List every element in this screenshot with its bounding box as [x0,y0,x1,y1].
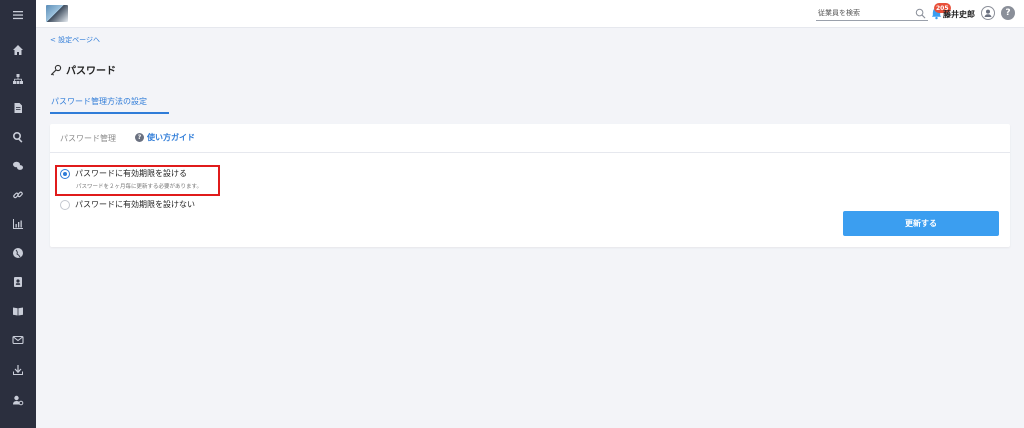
employee-search-input[interactable] [816,7,916,19]
contact-card-icon[interactable] [0,272,36,292]
page-header: パスワード [50,62,116,77]
org-chart-icon[interactable] [0,69,36,89]
home-icon[interactable] [0,40,36,60]
radio-unchecked[interactable] [60,199,70,210]
top-bar: 205 藤井史郎 ? [36,0,1024,28]
link-icon[interactable] [0,185,36,205]
card-header-label: パスワード管理 [60,134,116,143]
document-icon[interactable] [0,98,36,118]
key-icon [50,64,62,76]
tab-password-management[interactable]: パスワード管理方法の設定 [50,96,169,114]
highlight-box [55,165,220,196]
chart-icon[interactable] [0,214,36,234]
user-settings-icon[interactable] [0,390,36,410]
globe-icon[interactable] [0,243,36,263]
search-icon[interactable] [0,127,36,147]
avatar[interactable] [981,6,995,20]
employee-search[interactable] [816,7,928,21]
update-button[interactable]: 更新する [843,211,999,236]
usage-guide-label: 使い方ガイド [147,133,195,142]
left-sidebar [0,0,36,428]
option-label: パスワードに有効期限を設けない [75,200,195,209]
mail-icon[interactable] [0,330,36,350]
download-icon[interactable] [0,360,36,380]
back-to-settings-link[interactable]: < 設定ページへ [50,35,100,45]
user-name[interactable]: 藤井史郎 [943,9,975,20]
search-icon[interactable] [915,8,926,19]
help-icon[interactable]: ? [1001,6,1015,20]
option-expire-off[interactable]: パスワードに有効期限を設けない [60,199,195,210]
company-logo[interactable] [46,5,68,22]
book-icon[interactable] [0,301,36,321]
card-header: パスワード管理 ? 使い方ガイド [50,124,1010,153]
usage-guide-link[interactable]: ? 使い方ガイド [135,132,195,143]
page-title: パスワード [66,66,116,77]
menu-icon[interactable] [0,5,36,25]
help-circle-icon: ? [135,133,144,142]
chat-icon[interactable] [0,156,36,176]
